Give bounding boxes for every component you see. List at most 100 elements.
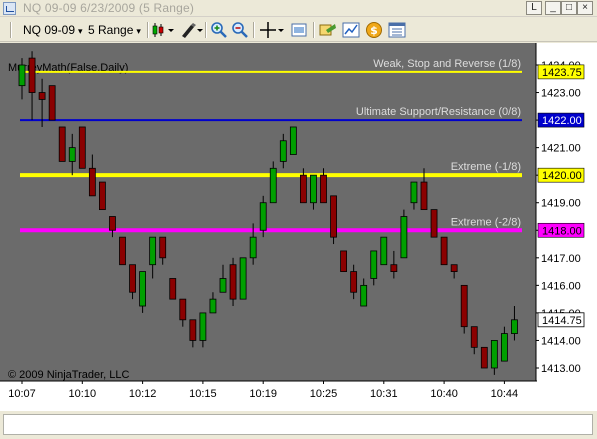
candle-body: [58, 126, 66, 162]
chart-panel[interactable]: MurreyMath(False,Daily) © 2009 NinjaTrad…: [0, 43, 597, 411]
y-tick-label: 1413.00: [541, 363, 581, 375]
level-price-label: 1423.75: [542, 67, 582, 79]
candle-body: [500, 333, 508, 362]
candle: [400, 209, 408, 259]
instrument-selector[interactable]: NQ 09-09 ▾: [23, 21, 83, 39]
chevron-down-icon: ▾: [78, 26, 83, 36]
maximize-button[interactable]: □: [561, 1, 577, 15]
candle-body: [350, 271, 358, 293]
candle-body: [279, 140, 287, 162]
candle-body: [330, 195, 337, 238]
candle: [440, 236, 448, 266]
candle-body: [480, 346, 488, 369]
candle-body: [410, 181, 418, 204]
candle-body: [390, 264, 398, 272]
candle-body: [88, 167, 96, 197]
crosshair-icon[interactable]: [259, 21, 285, 39]
x-tick-label: 10:10: [69, 388, 97, 400]
candle-body: [99, 181, 106, 211]
candle-body: [299, 174, 307, 204]
candle-body: [249, 236, 257, 259]
title-bar: NQ 09-09 6/23/2009 (5 Range) L _ □ ×: [0, 0, 597, 17]
y-tick-label: 1416.00: [541, 280, 581, 292]
properties-icon[interactable]: [290, 21, 308, 39]
candle: [119, 236, 126, 266]
level-price-label: 1422.00: [542, 115, 582, 127]
candle: [78, 126, 86, 169]
interval-selector[interactable]: 5 Range ▾: [88, 21, 146, 39]
level-name-label: Weak, Stop and Reverse (1/8): [373, 58, 521, 70]
candle-body: [169, 278, 177, 300]
chart-style-icon[interactable]: [151, 21, 175, 39]
candle-body: [460, 284, 468, 328]
candle-body: [68, 147, 76, 162]
candle-body: [440, 236, 448, 266]
x-tick-label: 10:40: [430, 388, 458, 400]
level-name-label: Extreme (-2/8): [451, 216, 521, 228]
candle-body: [259, 202, 267, 231]
candle-body: [179, 298, 187, 321]
close-button[interactable]: ×: [577, 1, 593, 15]
minimize-button[interactable]: _: [545, 1, 561, 15]
copyright-label: © 2009 NinjaTrader, LLC: [8, 369, 129, 381]
toolbar-separator: [253, 22, 255, 38]
candle-body: [119, 236, 126, 266]
toolbar-separator: [205, 22, 207, 38]
candle-body: [470, 326, 478, 348]
zoom-in-icon[interactable]: [210, 21, 228, 39]
x-tick-label: 10:15: [189, 388, 217, 400]
candle-body: [129, 264, 136, 293]
price-chart[interactable]: MurreyMath(False,Daily) © 2009 NinjaTrad…: [0, 43, 597, 411]
window-title: NQ 09-09 6/23/2009 (5 Range): [23, 1, 195, 15]
link-button[interactable]: L: [526, 1, 542, 15]
candle: [289, 126, 297, 155]
candle-body: [219, 278, 227, 293]
candle: [229, 257, 237, 307]
candle: [330, 195, 337, 245]
interval-label: 5 Range: [88, 23, 134, 37]
candle-body: [159, 236, 167, 259]
candle-body: [511, 319, 518, 334]
candle: [430, 209, 438, 238]
candle: [480, 346, 488, 369]
x-tick-label: 10:31: [370, 388, 398, 400]
zoom-out-icon[interactable]: [231, 21, 249, 39]
candle-body: [420, 181, 428, 211]
toolbar-grip: [10, 22, 12, 38]
horizontal-scrollbar[interactable]: [0, 411, 597, 439]
level-price-label: 1420.00: [542, 170, 582, 182]
candle-body: [289, 126, 297, 155]
indicators-icon[interactable]: [319, 21, 337, 39]
candle-body: [139, 271, 147, 307]
candle-body: [239, 257, 247, 300]
strategies-icon[interactable]: [342, 21, 360, 39]
x-tick-label: 10:12: [129, 388, 157, 400]
draw-tools-icon[interactable]: [179, 21, 203, 39]
candle-body: [48, 85, 56, 121]
y-tick-label: 1423.00: [541, 88, 581, 100]
candle-body: [269, 167, 277, 204]
candle-body: [109, 216, 116, 231]
candle-body: [199, 312, 207, 341]
orders-icon[interactable]: $: [365, 21, 383, 39]
chart-toolbar: NQ 09-09 ▾ 5 Range ▾ $: [0, 18, 597, 42]
data-box-icon[interactable]: [388, 21, 406, 39]
level-name-label: Ultimate Support/Resistance (0/8): [356, 106, 521, 118]
candle-body: [340, 250, 348, 272]
y-tick-label: 1414.00: [541, 335, 581, 347]
candle-body: [229, 264, 237, 300]
candle-body: [310, 174, 317, 204]
level-name-label: Extreme (-1/8): [451, 161, 521, 173]
x-tick-label: 10:25: [310, 388, 338, 400]
y-tick-label: 1417.00: [541, 253, 581, 265]
candle-body: [149, 236, 157, 266]
toolbar-separator: [147, 22, 149, 38]
candle-body: [450, 264, 458, 272]
candle-body: [209, 298, 217, 314]
candle: [58, 126, 66, 162]
candle-body: [380, 236, 388, 266]
candle-body: [400, 216, 408, 259]
y-tick-label: 1419.00: [541, 198, 581, 210]
candle-body: [320, 174, 327, 204]
scroll-track[interactable]: [3, 414, 593, 435]
